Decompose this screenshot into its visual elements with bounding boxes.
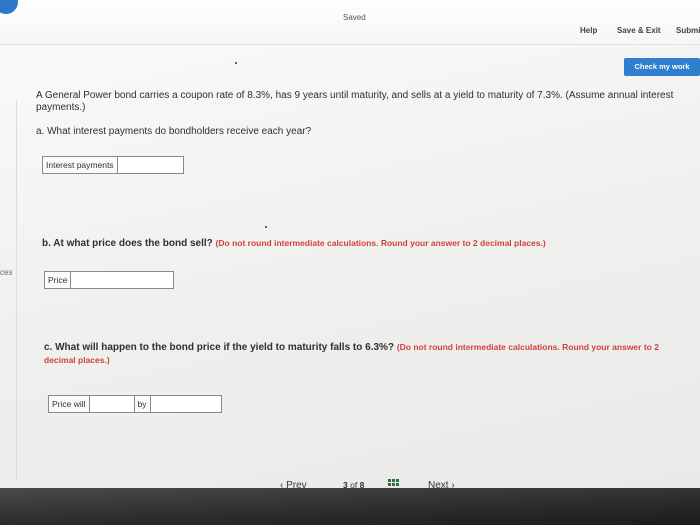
by-label: by — [134, 396, 151, 412]
interest-payments-label: Interest payments — [43, 157, 118, 173]
part-c-prompt: c. What will happen to the bond price if… — [44, 342, 659, 365]
bottom-navigation: ‹ Prev 3 of 8 Next › — [0, 466, 700, 491]
price-input[interactable] — [71, 272, 160, 288]
interest-payments-field: Interest payments — [42, 156, 184, 174]
part-b-instruction: (Do not round intermediate calculations.… — [215, 238, 546, 248]
screen-bezel — [0, 488, 700, 525]
mark-dot — [265, 226, 267, 228]
save-status: Saved — [343, 13, 366, 22]
sidebar-stub: ces — [0, 268, 13, 277]
interest-payments-input[interactable] — [117, 157, 162, 173]
part-b-prompt: b. At what price does the bond sell? (Do… — [42, 238, 546, 249]
info-icon[interactable] — [0, 0, 18, 14]
top-bar: Saved Help Save & Exit Submit — [0, 0, 700, 45]
price-field: Price — [44, 271, 174, 289]
question-intro: A General Power bond carries a coupon ra… — [36, 90, 674, 113]
check-my-work-button[interactable]: Check my work — [624, 58, 700, 76]
save-exit-link[interactable]: Save & Exit — [617, 26, 661, 35]
part-a-prompt: a. What interest payments do bondholders… — [36, 126, 312, 137]
price-direction-select[interactable] — [89, 396, 135, 412]
price-change-input[interactable] — [150, 396, 201, 412]
price-label: Price — [45, 272, 72, 288]
submit-link[interactable]: Submit — [676, 26, 700, 35]
assignment-screen: Saved Help Save & Exit Submit Check my w… — [0, 0, 700, 525]
left-divider — [0, 100, 17, 480]
price-will-label: Price will — [49, 396, 90, 412]
help-link[interactable]: Help — [580, 26, 597, 35]
mark-dot — [235, 62, 237, 64]
price-change-field: Price will by — [48, 395, 222, 413]
